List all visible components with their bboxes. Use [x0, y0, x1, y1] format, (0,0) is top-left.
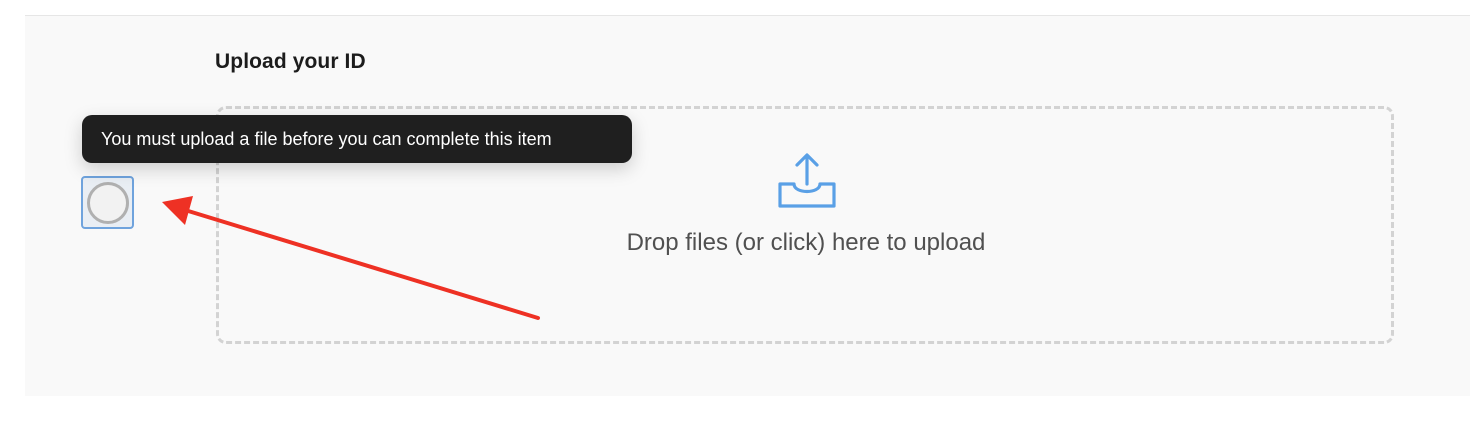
section-title: Upload your ID — [215, 50, 366, 73]
upload-tray-icon — [778, 153, 836, 208]
empty-circle-icon — [86, 181, 129, 224]
complete-item-checkbox[interactable] — [81, 176, 134, 229]
dropzone-prompt: Drop files (or click) here to upload — [626, 229, 986, 256]
tooltip: You must upload a file before you can co… — [82, 115, 632, 163]
